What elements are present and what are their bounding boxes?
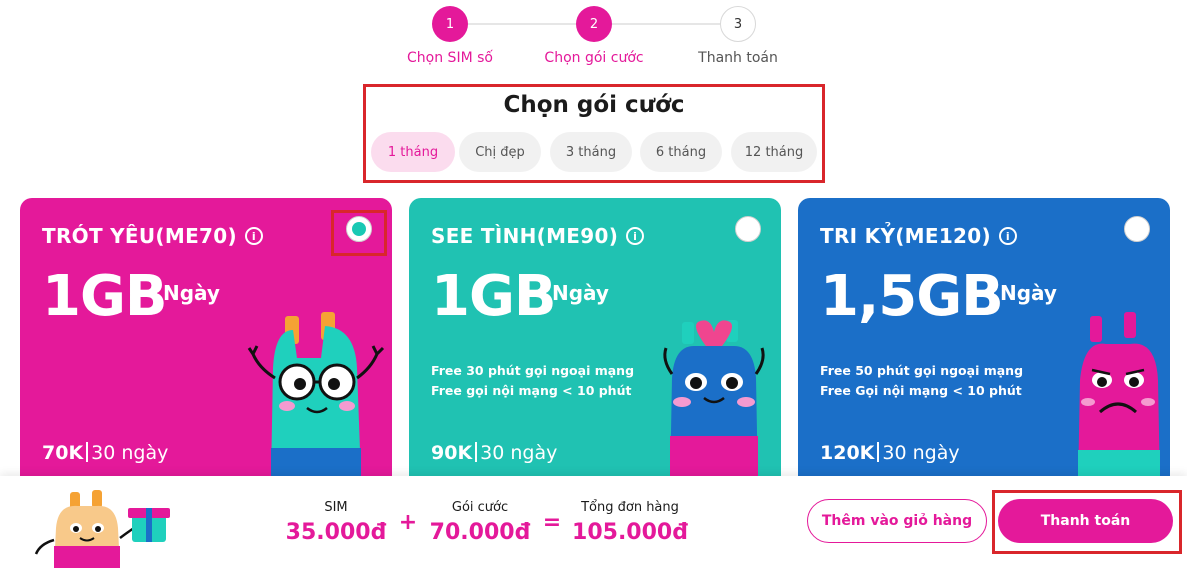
order-summary-bar: SIM 35.000đ + Gói cước 70.000đ = Tổng đơ… xyxy=(0,476,1187,568)
equals-sign: = xyxy=(542,510,562,535)
plan-selector-header: Chọn gói cước 1 tháng Chị đẹp 3 tháng 6 … xyxy=(363,84,825,183)
plan-data-amount: 1,5GB xyxy=(820,264,1004,329)
plan-name-text: TRÓT YÊU(ME70) xyxy=(42,224,237,248)
plan-perk: Free 30 phút gọi ngoại mạng xyxy=(431,363,635,378)
plan-perk: Free gọi nội mạng < 10 phút xyxy=(431,383,632,398)
tab-1-thang[interactable]: 1 tháng xyxy=(371,132,455,172)
plan-price-total: 70.000đ xyxy=(429,520,531,545)
tab-6-thang[interactable]: 6 tháng xyxy=(640,132,722,172)
mascot-illustration xyxy=(663,320,765,486)
plan-price-value: 90K xyxy=(431,442,473,464)
plan-perk: Free Gọi nội mạng < 10 phút xyxy=(820,383,1022,398)
plus-sign: + xyxy=(398,510,418,535)
plan-name: TRI KỶ(ME120) i xyxy=(820,224,1017,248)
step-1-label: Chọn SIM số xyxy=(407,50,493,66)
order-total-label: Tổng đơn hàng xyxy=(581,500,679,515)
step-2-circle: 2 xyxy=(576,6,612,42)
step-connector xyxy=(468,23,576,25)
mascot-illustration xyxy=(1078,312,1160,486)
sim-price-label: SIM xyxy=(324,500,348,515)
plan-card-me120[interactable]: TRI KỶ(ME120) i 1,5GB Ngày Free 50 phút … xyxy=(798,198,1170,488)
plan-price-value: 120K xyxy=(820,442,875,464)
page-title: Chọn gói cước xyxy=(503,92,685,118)
plan-period: 30 ngày xyxy=(91,442,169,464)
plan-price: 70K 30 ngày xyxy=(42,442,168,464)
mascot-gift-illustration xyxy=(34,490,170,568)
plan-price: 90K 30 ngày xyxy=(431,442,557,464)
plan-price-label: Gói cước xyxy=(451,500,509,515)
info-icon[interactable]: i xyxy=(244,227,263,245)
plan-perks: Free 30 phút gọi ngoại mạng Free gọi nội… xyxy=(431,361,634,401)
tab-chi-dep[interactable]: Chị đẹp xyxy=(459,132,541,172)
mascot-illustration xyxy=(247,312,385,482)
info-icon[interactable]: i xyxy=(626,227,645,245)
order-total-value: 105.000đ xyxy=(572,520,688,545)
plan-name: TRÓT YÊU(ME70) i xyxy=(42,224,263,248)
step-2-label: Chọn gói cước xyxy=(544,50,644,66)
info-icon[interactable]: i xyxy=(998,227,1017,245)
step-1-circle: 1 xyxy=(432,6,468,42)
step-3-circle: 3 xyxy=(720,6,756,42)
plan-radio[interactable] xyxy=(1124,216,1150,242)
plan-card-me90[interactable]: SEE TÌNH(ME90) i 1GB Ngày Free 30 phút g… xyxy=(409,198,781,488)
plan-data-amount: 1GB xyxy=(42,264,168,329)
plan-period: 30 ngày xyxy=(480,442,558,464)
plan-perk: Free 50 phút gọi ngoại mạng xyxy=(820,363,1024,378)
step-connector xyxy=(612,23,720,25)
selected-radio-highlight xyxy=(331,210,387,256)
tab-3-thang[interactable]: 3 tháng xyxy=(550,132,632,172)
plan-perks: Free 50 phút gọi ngoại mạng Free Gọi nội… xyxy=(820,361,1023,401)
plan-name-text: SEE TÌNH(ME90) xyxy=(431,224,619,248)
plan-data-amount: 1GB xyxy=(431,264,557,329)
plan-name-text: TRI KỶ(ME120) xyxy=(820,224,991,248)
sim-price-value: 35.000đ xyxy=(285,520,387,545)
tab-12-thang[interactable]: 12 tháng xyxy=(731,132,817,172)
step-3-label: Thanh toán xyxy=(698,50,778,66)
plan-price-value: 70K xyxy=(42,442,84,464)
plan-data-unit: Ngày xyxy=(155,280,220,306)
add-to-cart-button[interactable]: Thêm vào giỏ hàng xyxy=(807,499,987,543)
checkout-stepper: 1 2 3 Chọn SIM số Chọn gói cước Thanh to… xyxy=(0,0,1187,80)
plan-period: 30 ngày xyxy=(882,442,960,464)
plan-price: 120K 30 ngày xyxy=(820,442,960,464)
plan-radio[interactable] xyxy=(735,216,761,242)
plan-data-unit: Ngày xyxy=(544,280,609,306)
plan-name: SEE TÌNH(ME90) i xyxy=(431,224,645,248)
checkout-button[interactable]: Thanh toán xyxy=(998,499,1173,543)
plan-data-unit: Ngày xyxy=(992,280,1057,306)
